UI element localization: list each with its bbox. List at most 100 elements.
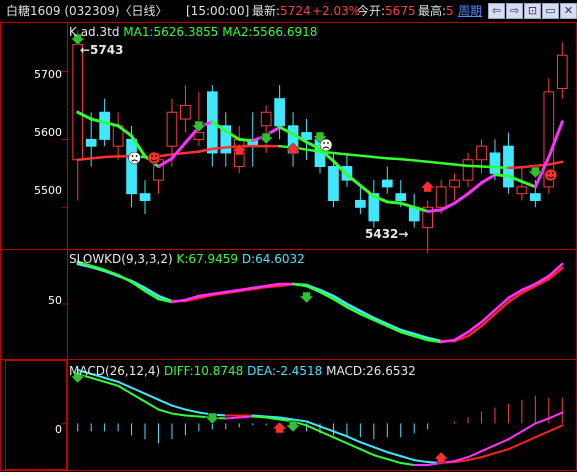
- zoom-button[interactable]: ⊡: [524, 3, 541, 19]
- macd-diff-line: [345, 442, 362, 451]
- ma1-line: [385, 200, 403, 205]
- arrow-down-icon: [298, 291, 315, 304]
- face-circle: [128, 151, 141, 165]
- candle-up: [449, 179, 460, 188]
- ma1-value: MA1:5626.3855: [123, 25, 219, 39]
- macd-dea-line: [413, 459, 429, 464]
- face-eye: [131, 155, 134, 157]
- macd-diff-value: DIFF:10.8748: [163, 364, 244, 378]
- ma2-line: [184, 150, 201, 155]
- macd-dea-line: [534, 430, 550, 439]
- macd-diff-line: [547, 411, 564, 420]
- macd-diff-line: [480, 444, 496, 453]
- slowkd-k-line: [116, 273, 133, 284]
- open-label: 今开:: [357, 4, 386, 18]
- candle-up: [166, 111, 178, 147]
- macd-corner-box: [5, 360, 67, 470]
- candle-down: [530, 193, 541, 201]
- quote-time: [15:00:00]: [186, 4, 250, 18]
- macd-dea-line: [345, 435, 362, 444]
- face-eye: [323, 142, 325, 144]
- ma2-line: [466, 164, 483, 168]
- high-label: 最高:: [418, 4, 447, 18]
- macd-dea-line: [319, 425, 335, 433]
- slowkd-layer: [62, 260, 564, 344]
- ma1-line: [453, 192, 470, 205]
- macd-dea-line: [359, 441, 375, 449]
- macd-diff-line: [130, 392, 147, 403]
- macd-diff-line: [157, 408, 173, 415]
- slowkd-legend: SLOWKD(9,3,3,2) K:67.9459 D:64.6032: [69, 252, 305, 266]
- face-eye: [155, 155, 157, 157]
- panel-frames: [0, 22, 577, 471]
- slowkd-d-value: D:64.6032: [241, 252, 305, 266]
- candle-up: [260, 111, 272, 127]
- face-circle: [319, 138, 333, 152]
- high-price-group: 最高:5: [418, 4, 454, 18]
- macd-diff-line: [144, 400, 160, 411]
- candle-up: [180, 104, 191, 120]
- ma2-line: [439, 161, 456, 166]
- macd-dea-line: [480, 452, 496, 459]
- candle-down: [489, 152, 501, 174]
- kline-ad-label: ad.3td: [80, 25, 120, 39]
- neutral-face-icon: [128, 151, 141, 165]
- macd-layer: [62, 368, 564, 467]
- macd-diff-line: [467, 450, 483, 459]
- ma2-line: [359, 154, 376, 159]
- arrow-down-icon: [258, 132, 274, 145]
- low-annotation: 5432→: [365, 227, 409, 241]
- ma1-line: [358, 184, 376, 198]
- close-button[interactable]: ✕: [560, 3, 577, 19]
- ma1-line: [480, 173, 497, 185]
- slowkd-name: SLOWKD(9,3,3,2): [69, 252, 173, 266]
- macd-legend: MACD(26,12,4) DIFF:10.8748 DEA:-2.4518 M…: [69, 364, 416, 378]
- macd-dea-line: [493, 448, 510, 455]
- ma2-line: [507, 165, 524, 170]
- nav-left-button[interactable]: ⇦: [488, 3, 505, 19]
- restore-button[interactable]: ▭: [542, 3, 559, 19]
- macd-name: MACD(26,12,4): [69, 364, 161, 378]
- candle-down: [85, 138, 97, 147]
- ma1-line: [237, 137, 255, 143]
- nav-right-button[interactable]: ⇨: [506, 3, 523, 19]
- macd-macd-value: MACD:26.6532: [326, 364, 416, 378]
- chart-area[interactable]: [0, 22, 577, 472]
- candle-up: [516, 186, 528, 195]
- latest-label: 最新:: [252, 4, 281, 18]
- ma1-line: [426, 208, 443, 213]
- face-eye: [327, 142, 329, 144]
- open-value: 5675: [385, 4, 416, 18]
- arrow-up-icon: [272, 421, 288, 434]
- latest-value: 5724: [280, 4, 311, 18]
- slowkd-y-tick: 50: [48, 294, 62, 307]
- macd-dea-line: [144, 392, 160, 401]
- kline-legend: K ad.3td MA1:5626.3855 MA2:5566.6918: [69, 25, 317, 39]
- macd-diff-line: [399, 462, 416, 467]
- candle-down: [274, 98, 285, 127]
- face-eye: [551, 172, 554, 174]
- face-circle: [544, 168, 558, 182]
- high-value: 5: [446, 4, 454, 18]
- ma2-line: [76, 157, 93, 162]
- candle-down: [126, 138, 137, 195]
- period-link[interactable]: 周期: [458, 4, 482, 18]
- macd-dea-line: [399, 455, 416, 462]
- ma2-line: [480, 165, 497, 169]
- macd-diff-line: [426, 462, 443, 467]
- kline-code: K: [69, 25, 77, 39]
- kline-y-tick: 5600: [34, 126, 62, 139]
- kline-y-tick: 5500: [34, 184, 62, 197]
- latest-price-group: 最新:5724: [252, 4, 311, 18]
- macd-diff-line: [520, 422, 537, 433]
- macd-dea-line: [157, 398, 173, 407]
- ma2-line: [157, 153, 174, 158]
- macd-diff-line: [332, 436, 348, 445]
- candle-up: [193, 132, 205, 140]
- macd-diff-line: [224, 416, 241, 420]
- macd-diff-line: [103, 380, 120, 387]
- ma2-line: [332, 151, 349, 156]
- candle-up: [556, 54, 568, 89]
- candle-down: [328, 166, 339, 201]
- macd-dea-line: [372, 446, 389, 454]
